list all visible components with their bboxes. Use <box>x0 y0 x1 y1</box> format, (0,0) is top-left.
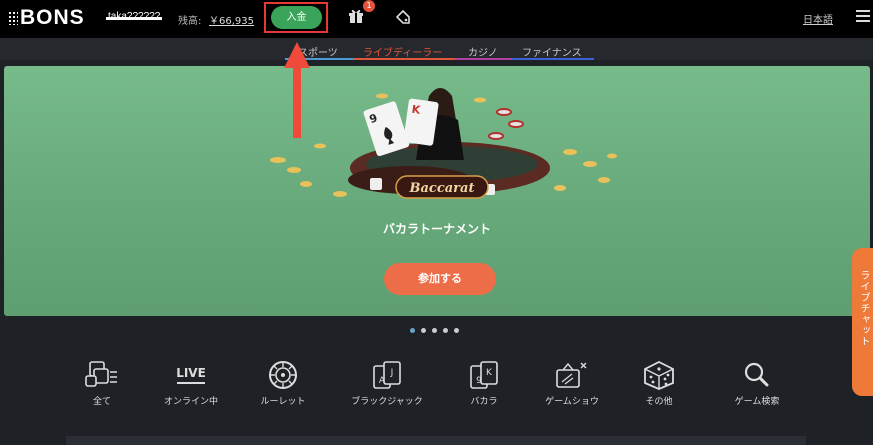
card-j-text: J <box>390 368 394 378</box>
promo-title: バカラトーナメント <box>382 222 491 236</box>
game-show-tv-icon <box>556 362 587 388</box>
tab-casino-underline <box>455 58 512 60</box>
carousel-dot[interactable] <box>432 328 437 333</box>
baccarat-artwork: 9 K Baccarat <box>270 88 617 199</box>
balance-value[interactable]: ￥66,935 <box>209 12 254 27</box>
tab-live-dealer-underline <box>353 58 455 60</box>
category-label: ゲーム検索 <box>734 397 780 407</box>
category-search[interactable]: ゲーム検索 <box>712 360 802 407</box>
live-chat-label: ライブチャット <box>858 270 869 347</box>
carousel-dot[interactable] <box>443 328 448 333</box>
search-icon <box>744 362 769 387</box>
carousel-dot[interactable] <box>454 328 459 333</box>
promo-banner[interactable]: 9 K Baccarat バカラトーナメント 参加する <box>4 66 870 316</box>
category-roulette[interactable]: ルーレット <box>238 360 328 407</box>
category-label: 全て <box>92 397 111 407</box>
bons-logo[interactable]: BONS <box>8 6 85 30</box>
category-label: ブラックジャック <box>351 397 423 407</box>
category-other[interactable]: その他 <box>614 360 704 407</box>
category-label: バカラ <box>470 397 498 407</box>
category-game-show[interactable]: ゲームショウ <box>527 360 617 407</box>
category-label: その他 <box>645 397 673 407</box>
join-button[interactable]: 参加する <box>384 263 496 295</box>
category-blackjack[interactable]: A J ブラックジャック <box>342 360 432 407</box>
tab-finance[interactable]: ファイナンス <box>522 44 582 59</box>
roulette-icon <box>269 361 297 389</box>
category-baccarat[interactable]: 9 K バカラ <box>439 360 529 407</box>
carousel-dot[interactable] <box>421 328 426 333</box>
category-label: ゲームショウ <box>545 397 599 407</box>
blackjack-cards-icon: A J <box>373 361 401 389</box>
all-games-icon <box>85 361 117 387</box>
category-all[interactable]: 全て <box>57 360 147 407</box>
category-label: オンライン中 <box>163 397 218 407</box>
card-a-text: A <box>379 376 386 386</box>
top-bar: BONS taka?????? 残高: ￥66,935 入金 1 日本語 <box>0 0 873 38</box>
gift-icon[interactable] <box>348 8 364 24</box>
deposit-button[interactable]: 入金 <box>271 6 322 29</box>
live-chat-button[interactable]: ライブチャット <box>852 248 873 396</box>
tab-live-dealer[interactable]: ライブディーラー <box>363 44 442 59</box>
card-9-text: 9 <box>476 376 482 386</box>
promo-tag-icon[interactable] <box>394 8 412 26</box>
category-label: ルーレット <box>260 397 306 407</box>
tab-finance-underline <box>512 58 594 60</box>
annotation-arrow-icon <box>284 42 310 138</box>
live-icon-text: LIVE <box>176 366 206 380</box>
balance-label: 残高: <box>178 16 202 27</box>
dice-icon <box>644 360 674 390</box>
baccarat-logo-text: Baccarat <box>409 181 475 196</box>
carousel-dot[interactable] <box>410 328 415 333</box>
gift-badge: 1 <box>363 0 375 12</box>
game-list-strip <box>66 436 806 445</box>
username: taka?????? <box>105 11 163 22</box>
hamburger-menu-icon[interactable] <box>856 10 870 24</box>
live-icon: LIVE <box>176 366 206 384</box>
category-nav: スポーツ ライブディーラー カジノ ファイナンス <box>0 38 873 60</box>
baccarat-cards-icon: 9 K <box>470 361 498 389</box>
category-live[interactable]: LIVE オンライン中 <box>146 360 236 407</box>
language-selector[interactable]: 日本語 <box>803 11 833 26</box>
tab-casino[interactable]: カジノ <box>468 44 498 59</box>
carousel-dots <box>410 318 465 337</box>
